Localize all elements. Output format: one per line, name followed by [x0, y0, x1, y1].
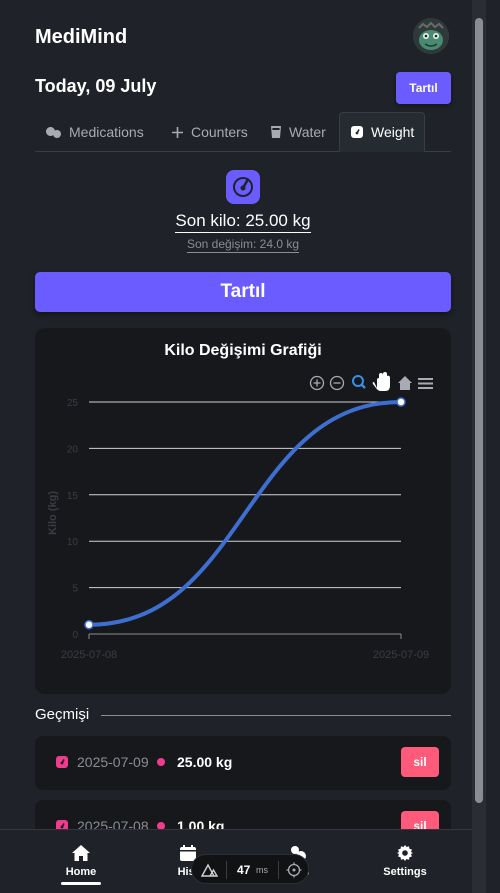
x-tick-label: 2025-07-08 — [61, 649, 117, 661]
divider — [101, 715, 451, 716]
zoom-select-icon[interactable] — [352, 375, 366, 389]
nav-label: Settings — [383, 866, 427, 878]
tab-label: Counters — [191, 124, 248, 140]
weight-chart: Kilo Değişimi Grafiği 0 5 10 15 20 25 2025-07… — [35, 328, 451, 694]
perf-value: 47 — [237, 863, 251, 877]
history-value: 25.00 kg — [177, 754, 233, 770]
nav-settings[interactable]: Settings — [360, 844, 450, 878]
chart-toolbar — [309, 372, 433, 391]
weigh-button-small[interactable]: Tartıl — [396, 72, 451, 104]
perf-unit: ms — [256, 865, 268, 875]
zoom-out-icon[interactable] — [329, 375, 345, 391]
scale-icon — [55, 755, 69, 774]
delete-button[interactable]: sil — [401, 747, 439, 777]
tab-counters[interactable]: Counters — [161, 112, 258, 152]
date-title: Today, 09 July — [35, 76, 157, 96]
history-item: 2025-07-09 25.00 kg sil — [35, 736, 451, 790]
weigh-button[interactable]: Tartıl — [35, 272, 451, 312]
y-tick-label: 5 — [72, 584, 78, 595]
x-tick-label: 2025-07-09 — [373, 649, 429, 661]
pills-icon — [45, 125, 62, 139]
last-weight: Son kilo: 25.00 kg — [0, 211, 486, 233]
tab-weight[interactable]: Weight — [339, 112, 426, 152]
cup-icon — [270, 125, 282, 139]
crosshair-icon — [286, 862, 302, 878]
tab-water[interactable]: Water — [260, 112, 336, 152]
plus-icon — [171, 126, 184, 139]
scrollbar-thumb[interactable] — [475, 18, 483, 803]
tab-label: Water — [289, 124, 326, 140]
last-change: Son değişim: 24.0 kg — [186, 237, 300, 253]
zoom-in-icon[interactable] — [309, 375, 325, 391]
y-tick-label: 25 — [67, 398, 79, 409]
y-tick-label: 0 — [72, 630, 78, 641]
series-line — [87, 400, 403, 627]
app-root: MediMind Today, 09 July Tartıl Medicatio… — [0, 0, 486, 893]
y-tick-label: 15 — [67, 491, 79, 502]
chart-canvas: 0 5 10 15 20 25 2025-07-08 2025-07-09 Kilo (kg… — [47, 372, 433, 661]
avatar[interactable] — [413, 18, 449, 54]
history-date: 2025-07-09 — [77, 754, 149, 770]
app-header: MediMind — [35, 18, 486, 62]
tab-bar: Medications Counters Water Weight — [35, 112, 451, 152]
nav-label: Home — [65, 866, 97, 878]
home-icon — [72, 845, 90, 861]
tab-medications[interactable]: Medications — [35, 112, 154, 152]
perf-overlay[interactable]: 47 ms — [191, 854, 309, 884]
app-title: MediMind — [35, 26, 128, 48]
data-point[interactable] — [396, 397, 406, 407]
date-row: Today, 09 July Tartıl — [35, 72, 451, 106]
history-header: Geçmişi — [35, 704, 451, 726]
nuxt-logo-icon — [201, 863, 219, 877]
gear-icon — [397, 845, 413, 861]
tab-label: Medications — [69, 124, 144, 140]
y-axis-label: Kilo (kg) — [47, 491, 59, 535]
scale-icon — [224, 168, 262, 206]
status-dot — [157, 758, 165, 766]
scale-icon — [350, 125, 364, 139]
tab-label: Weight — [371, 124, 415, 140]
y-tick-label: 10 — [67, 537, 79, 548]
nav-home[interactable]: Home — [36, 844, 126, 878]
data-point[interactable] — [84, 619, 94, 630]
nav-active-indicator — [61, 882, 101, 885]
history-label: Geçmişi — [35, 706, 90, 723]
y-tick-label: 20 — [67, 444, 79, 455]
pan-icon[interactable] — [372, 372, 390, 391]
menu-icon[interactable] — [418, 378, 433, 389]
home-icon[interactable] — [398, 376, 412, 390]
